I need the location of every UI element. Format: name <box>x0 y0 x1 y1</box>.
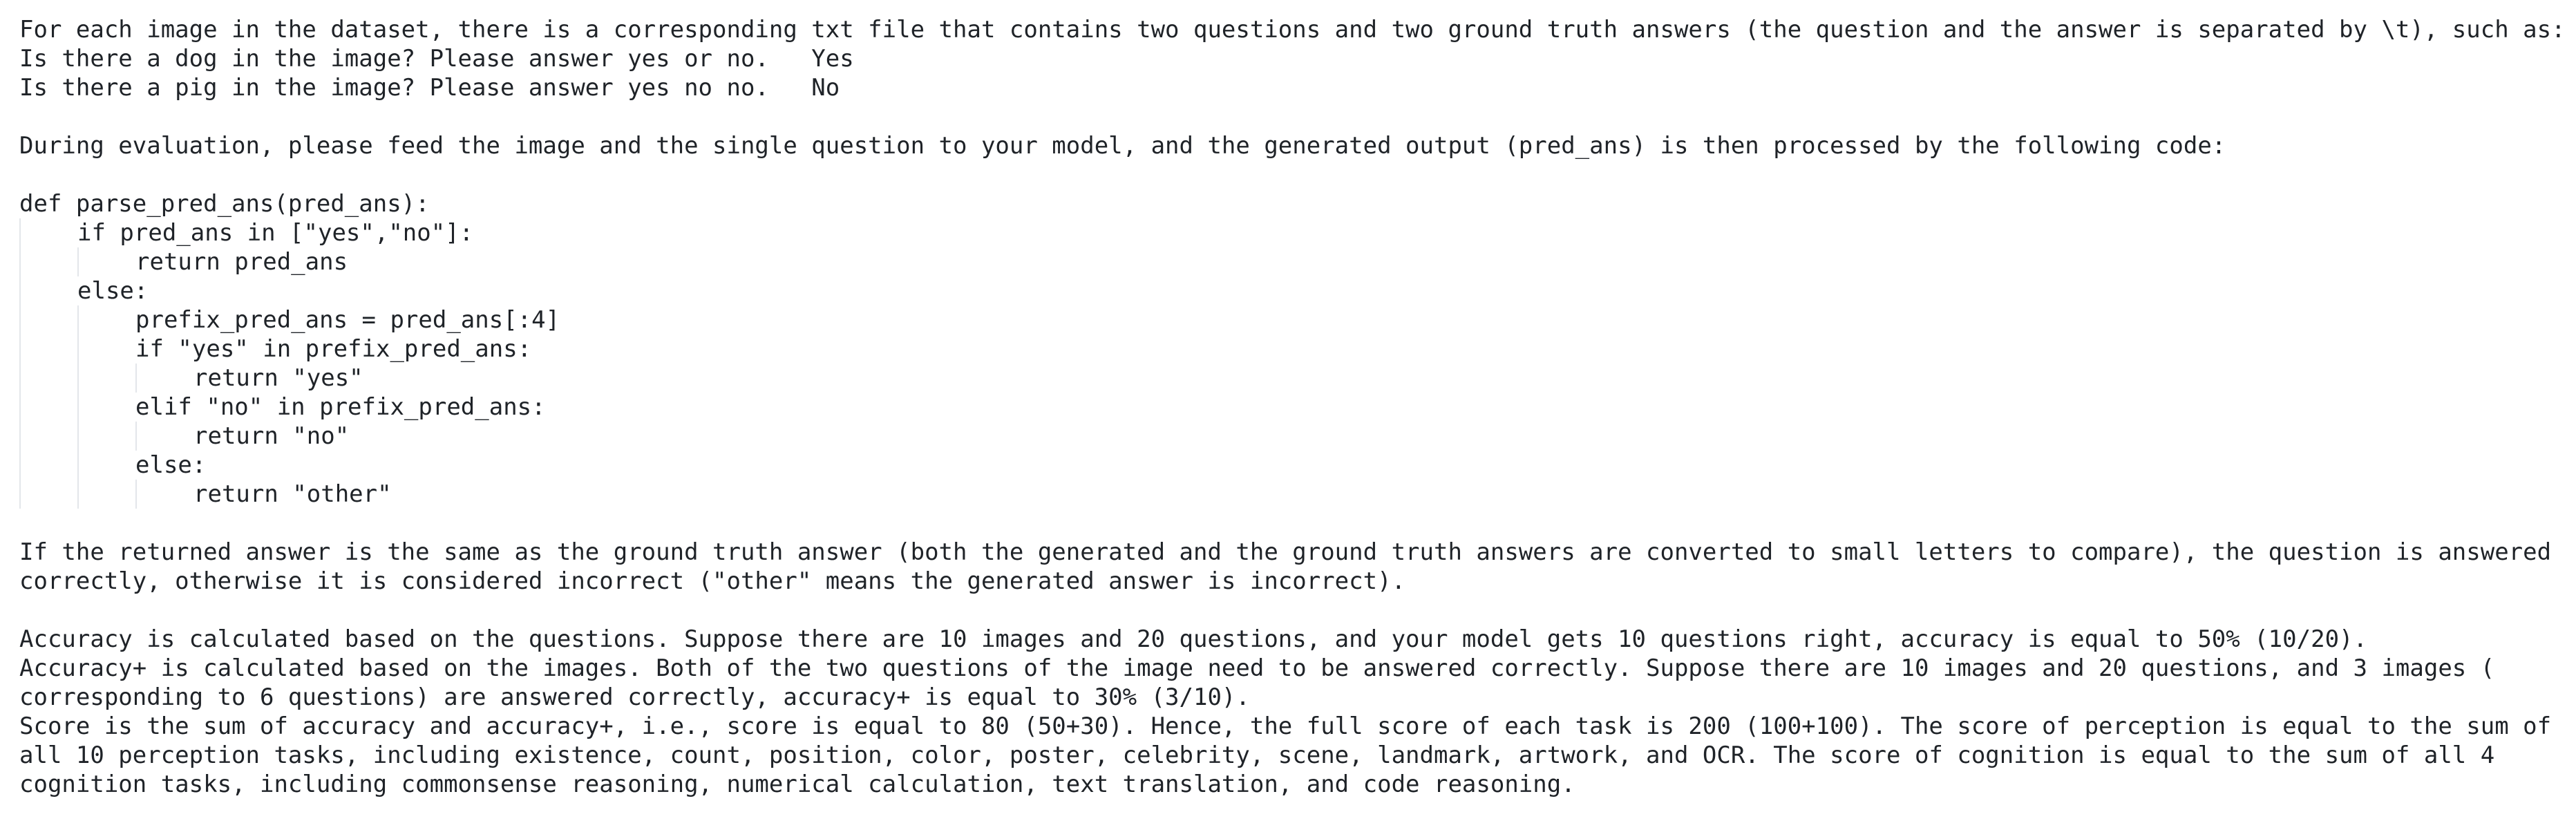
indent-guide <box>77 364 135 393</box>
code-line: if "yes" in prefix_pred_ans: <box>19 334 2569 364</box>
example-question-1: Is there a dog in the image? Please answ… <box>19 45 854 73</box>
code-line-text: return "no" <box>193 422 350 450</box>
indent-guide <box>19 276 77 305</box>
code-line-text: else: <box>135 451 207 479</box>
code-block: def parse_pred_ans(pred_ans): if pred_an… <box>19 189 2569 509</box>
code-line-text: if "yes" in prefix_pred_ans: <box>135 335 532 363</box>
indent-guide <box>19 247 77 276</box>
code-line-text: return pred_ans <box>135 248 348 276</box>
indent-guide <box>19 364 77 393</box>
code-line: return "no" <box>19 422 2569 451</box>
code-line-text: else: <box>77 277 149 305</box>
indent-guide <box>19 334 77 364</box>
score-line-1: Score is the sum of accuracy and accurac… <box>19 713 2552 740</box>
code-line: return pred_ans <box>19 247 2569 276</box>
accuracy-plus-line-1: Accuracy+ is calculated based on the ima… <box>19 654 2495 682</box>
indent-guide <box>19 422 77 451</box>
code-line: prefix_pred_ans = pred_ans[:4] <box>19 305 2569 334</box>
code-line-text: def parse_pred_ans(pred_ans): <box>19 190 430 218</box>
intro-line: For each image in the dataset, there is … <box>19 16 2566 44</box>
code-line: if pred_ans in ["yes","no"]: <box>19 218 2569 247</box>
code-line-text: return "other" <box>193 480 392 508</box>
accuracy-plus-line-2: corresponding to 6 questions) are answer… <box>19 683 1250 711</box>
indent-guide <box>19 393 77 422</box>
example-question-2: Is there a pig in the image? Please answ… <box>19 74 840 102</box>
indent-guide <box>77 305 135 334</box>
code-line: return "yes" <box>19 364 2569 393</box>
indent-guide <box>77 247 135 276</box>
score-line-2: all 10 perception tasks, including exist… <box>19 742 2495 769</box>
comparison-line-1: If the returned answer is the same as th… <box>19 538 2552 566</box>
indent-guide <box>77 480 135 509</box>
indent-guide <box>77 422 135 451</box>
code-line-text: prefix_pred_ans = pred_ans[:4] <box>135 306 560 334</box>
accuracy-line: Accuracy is calculated based on the ques… <box>19 625 2367 653</box>
indent-guide <box>135 364 193 393</box>
indent-guide <box>19 305 77 334</box>
code-line: else: <box>19 451 2569 480</box>
indent-guide <box>19 480 77 509</box>
code-line: return "other" <box>19 480 2569 509</box>
indent-guide <box>135 422 193 451</box>
code-line: def parse_pred_ans(pred_ans): <box>19 189 2569 218</box>
indent-guide <box>77 451 135 480</box>
comparison-line-2: correctly, otherwise it is considered in… <box>19 567 1406 595</box>
indent-guide <box>135 480 193 509</box>
document-text: For each image in the dataset, there is … <box>19 15 2569 799</box>
indent-guide <box>19 451 77 480</box>
indent-guide <box>77 393 135 422</box>
indent-guide <box>19 218 77 247</box>
code-line-text: return "yes" <box>193 364 363 392</box>
code-line-text: elif "no" in prefix_pred_ans: <box>135 393 546 421</box>
evaluation-line: During evaluation, please feed the image… <box>19 132 2226 160</box>
indent-guide <box>77 334 135 364</box>
score-line-3: cognition tasks, including commonsense r… <box>19 771 1575 798</box>
code-line-text: if pred_ans in ["yes","no"]: <box>77 219 474 247</box>
code-line: elif "no" in prefix_pred_ans: <box>19 393 2569 422</box>
code-line: else: <box>19 276 2569 305</box>
